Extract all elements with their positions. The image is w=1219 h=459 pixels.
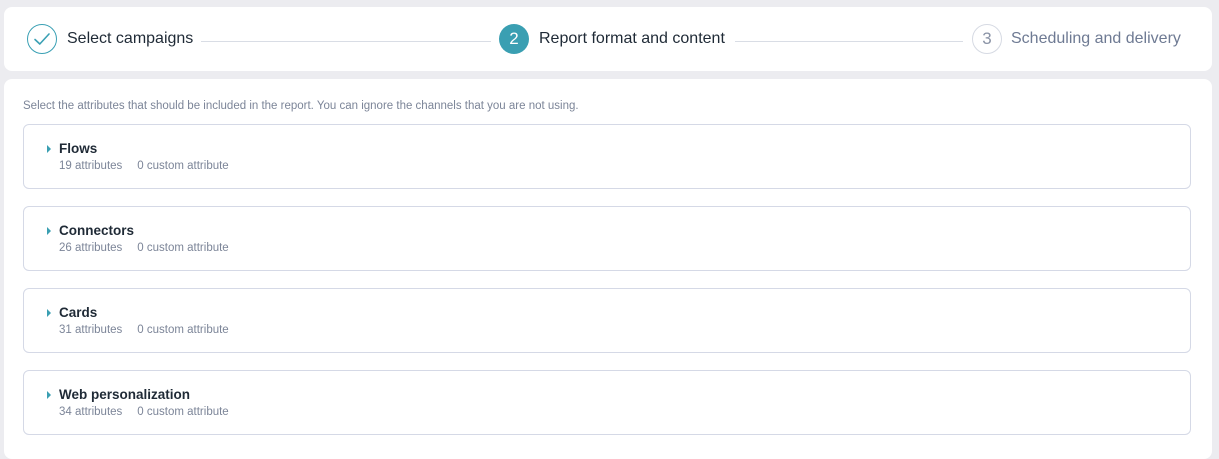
wizard-stepper: Select campaigns 2 Report format and con… [4,7,1212,71]
custom-attribute-count: 0 custom attribute [137,242,229,254]
step-2-label[interactable]: Report format and content [539,29,725,49]
group-title: Flows [59,141,98,156]
attribute-group-connectors[interactable]: Connectors 26 attributes 0 custom attribu… [23,206,1191,271]
attribute-group-flows[interactable]: Flows 19 attributes 0 custom attribute [23,124,1191,189]
attribute-group-web-personalization[interactable]: Web personalization 34 attributes 0 custo… [23,370,1191,435]
instructions-text: Select the attributes that should be inc… [23,100,579,112]
custom-attribute-count: 0 custom attribute [137,406,229,418]
step-3-label[interactable]: Scheduling and delivery [1011,29,1181,49]
attribute-count: 34 attributes [59,406,123,418]
attribute-group-cards[interactable]: Cards 31 attributes 0 custom attribute [23,288,1191,353]
step-3-indicator[interactable]: 3 [972,24,1002,54]
group-title: Connectors [59,223,135,238]
group-meta: 31 attributes 0 custom attribute [59,324,229,336]
group-meta: 34 attributes 0 custom attribute [59,406,229,418]
group-meta: 26 attributes 0 custom attribute [59,242,229,254]
step-connector-2 [735,41,963,42]
step-2-indicator[interactable]: 2 [499,24,529,54]
attribute-count: 26 attributes [59,242,123,254]
caret-right-icon[interactable] [47,145,51,153]
step-1-complete-indicator[interactable] [27,24,57,54]
attribute-count: 31 attributes [59,324,123,336]
group-title: Web personalization [59,387,191,402]
step-2-number: 2 [509,29,519,48]
step-3-number: 3 [982,29,992,48]
caret-right-icon[interactable] [47,391,51,399]
caret-right-icon[interactable] [47,309,51,317]
group-meta: 19 attributes 0 custom attribute [59,160,229,172]
caret-right-icon[interactable] [47,227,51,235]
group-title: Cards [59,305,98,320]
check-icon [34,33,50,45]
step-connector-1 [201,41,491,42]
step-1-label[interactable]: Select campaigns [67,29,193,49]
attribute-count: 19 attributes [59,160,123,172]
report-content-panel: Select the attributes that should be inc… [4,79,1212,459]
custom-attribute-count: 0 custom attribute [137,324,229,336]
custom-attribute-count: 0 custom attribute [137,160,229,172]
